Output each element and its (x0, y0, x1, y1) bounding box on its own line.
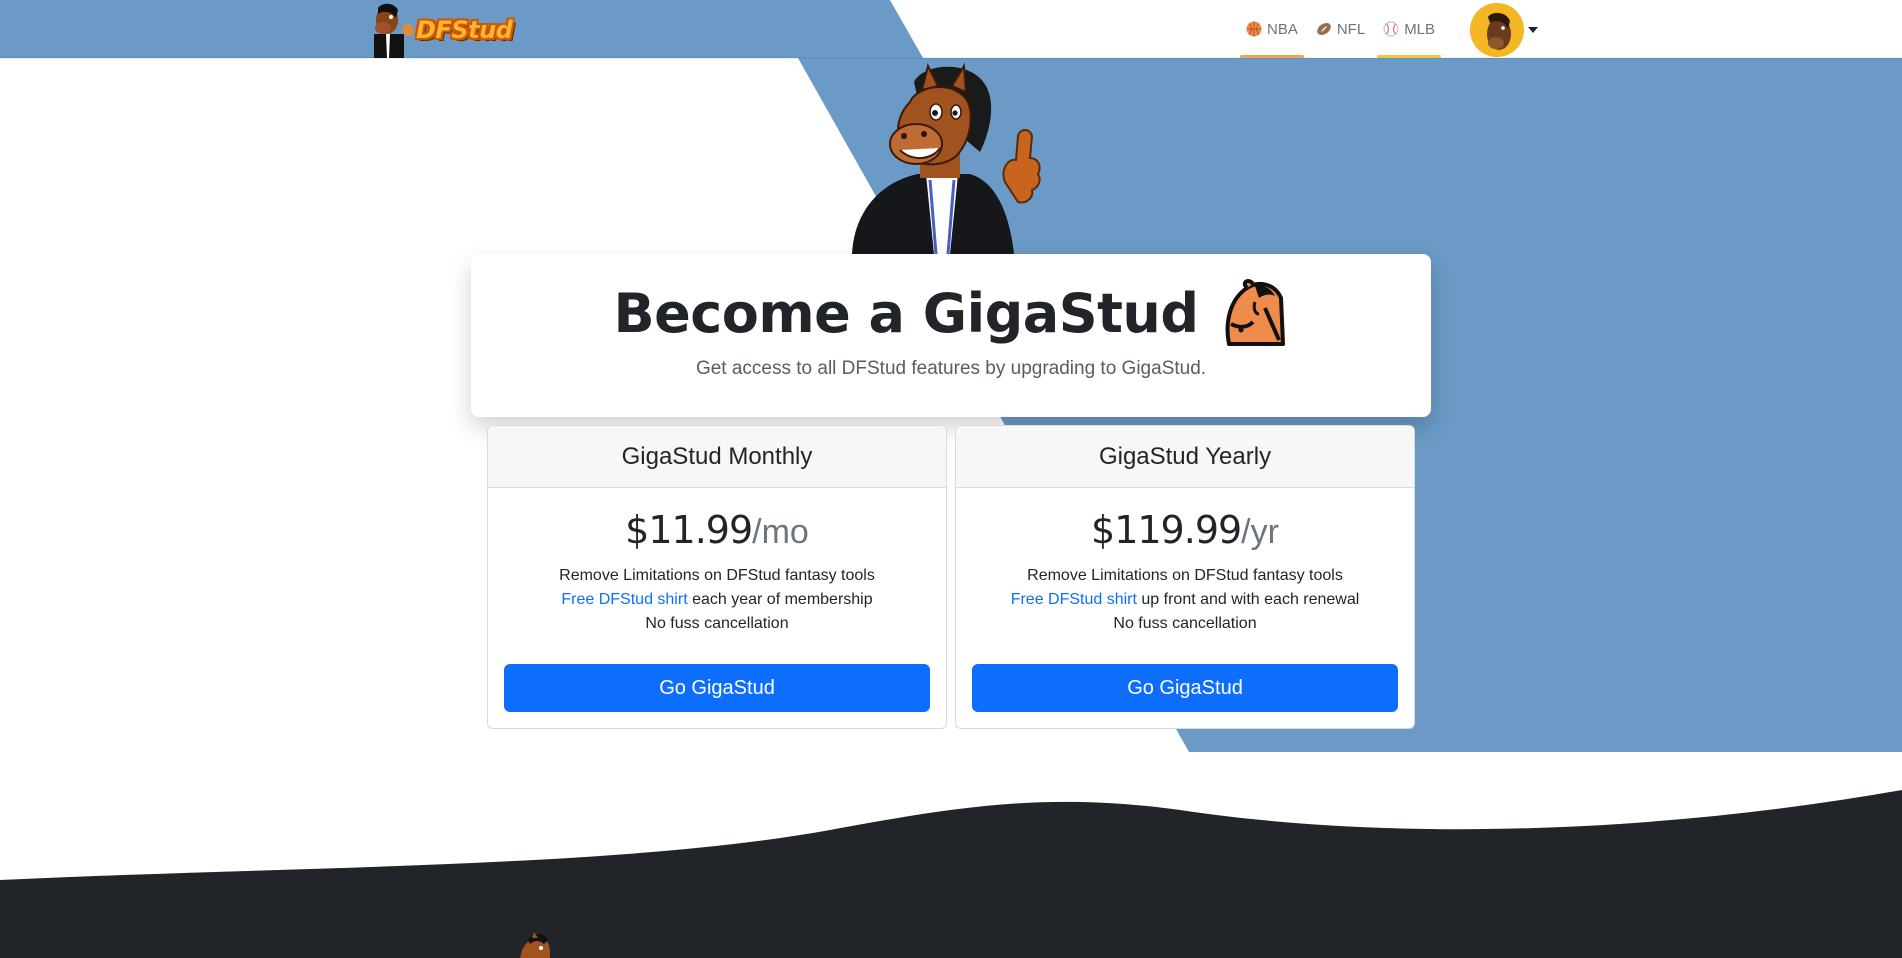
football-icon (1317, 23, 1331, 35)
plan-period: /yr (1241, 513, 1279, 551)
nav-link-nfl[interactable]: NFL (1309, 0, 1372, 58)
chevron-down-icon (1528, 27, 1538, 33)
plan-card-yearly: GigaStud Yearly $119.99/yr Remove Limita… (955, 425, 1415, 729)
plan-card-monthly: GigaStud Monthly $11.99/mo Remove Limita… (487, 425, 947, 729)
nav-link-label: MLB (1404, 20, 1436, 38)
plan-features: Remove Limitations on DFStud fantasy too… (956, 564, 1414, 636)
plan-features: Remove Limitations on DFStud fantasy too… (488, 564, 946, 636)
nav-tab-underline (1240, 55, 1304, 58)
hero-subtitle: Get access to all DFStud features by upg… (695, 358, 1207, 379)
plan-feature: Free DFStud shirt each year of membershi… (488, 588, 946, 612)
nav-link-nba[interactable]: NBA (1240, 0, 1304, 58)
plan-period: /mo (752, 513, 809, 551)
plan-name: GigaStud Yearly (956, 426, 1414, 488)
plan-price: $11.99 (625, 508, 753, 552)
page-title: Become a GigaStud (613, 281, 1199, 345)
basketball-icon (1246, 21, 1262, 37)
nav-tab-underline (1309, 55, 1372, 58)
plan-name: GigaStud Monthly (488, 426, 946, 488)
free-shirt-link[interactable]: Free DFStud shirt (561, 591, 687, 608)
nav-link-label: NBA (1267, 20, 1298, 38)
sport-nav: NBA NFL MLB (1240, 0, 1442, 58)
brand-logo[interactable]: DFStud (360, 0, 513, 58)
go-gigastud-monthly-button[interactable]: Go GigaStud (504, 664, 930, 712)
free-shirt-link[interactable]: Free DFStud shirt (1011, 591, 1137, 608)
hero-card: Become a GigaStud Get access to all DFSt… (471, 254, 1431, 417)
horse-mascot-illustration (852, 62, 1041, 254)
plan-price-row: $11.99/mo (488, 508, 946, 552)
nav-link-mlb[interactable]: MLB (1377, 0, 1442, 58)
navbar-divider (0, 57, 1902, 59)
plan-feature: No fuss cancellation (1113, 615, 1257, 632)
top-navbar: DFStud NBA NFL MLB (0, 0, 1902, 59)
horse-mascot-logo-icon (374, 3, 414, 58)
plan-feature: Remove Limitations on DFStud fantasy too… (559, 567, 875, 584)
plan-feature: No fuss cancellation (645, 615, 789, 632)
footer-horse-logo-icon (520, 932, 550, 958)
horse-avatar-icon (1470, 3, 1524, 57)
avatar (1470, 3, 1524, 57)
plan-feature-text: each year of membership (687, 591, 873, 608)
hero-title-row: Become a GigaStud (471, 278, 1431, 348)
plan-price-row: $119.99/yr (956, 508, 1414, 552)
nav-tab-underline (1377, 55, 1442, 58)
plan-price: $119.99 (1091, 508, 1242, 552)
plan-feature: Free DFStud shirt up front and with each… (956, 588, 1414, 612)
baseball-icon (1383, 21, 1399, 37)
plan-feature-text: up front and with each renewal (1136, 591, 1360, 608)
horse-emoji-icon (1225, 279, 1285, 346)
brand-name: DFStud (416, 16, 513, 44)
plan-feature: Remove Limitations on DFStud fantasy too… (1027, 567, 1343, 584)
nav-link-label: NFL (1336, 20, 1366, 38)
user-menu-toggle[interactable] (1470, 3, 1538, 57)
go-gigastud-yearly-button[interactable]: Go GigaStud (972, 664, 1398, 712)
